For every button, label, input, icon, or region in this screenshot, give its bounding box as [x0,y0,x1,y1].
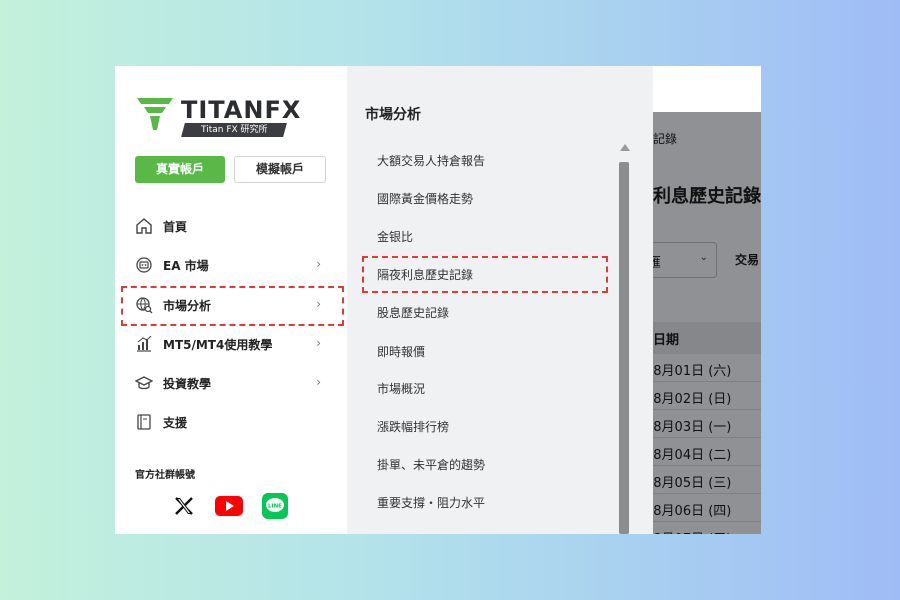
chevron-down-icon: ⌄ [699,252,708,263]
x-icon[interactable] [170,492,198,520]
real-account-button[interactable]: 真實帳戶 [135,156,225,183]
table-row: 08月06日 (四) [645,494,761,522]
submenu-title: 市場分析 [365,107,421,123]
table-row: 08月01日 (六) [645,354,761,382]
table-header-date: 日期 [653,322,761,354]
submenu-item-gold-price[interactable]: 國際黃金價格走勢 [377,190,473,207]
sidebar-item-label: 首頁 [163,219,188,234]
submenu-item-top-movers[interactable]: 漲跌幅排行榜 [377,418,449,435]
sidebar-item-label: MT5/MT4使用教學 [163,337,273,352]
youtube-icon[interactable] [215,492,243,520]
chart-bars-icon [133,333,155,355]
logo-subtitle: Titan FX 研究所 [181,123,287,137]
breadcrumb: 記錄 [653,132,678,146]
sidebar-item-mt5-mt4-tutorial[interactable]: MT5/MT4使用教學 › [133,326,329,362]
chevron-right-icon: › [316,336,321,350]
page-title: 利息歷史記錄 [653,186,761,207]
submenu-scrollbar[interactable] [619,144,630,534]
sidebar-item-label: 投資教學 [163,376,212,391]
sidebar-item-investment-education[interactable]: 投資教學 › [133,365,329,401]
submenu-item-support-resistance[interactable]: 重要支撐・阻力水平 [377,494,485,511]
chevron-right-icon: › [316,375,321,389]
demo-account-button[interactable]: 模擬帳戶 [234,156,326,183]
sidebar-item-label: EA 市場 [163,258,209,273]
scrollbar-thumb[interactable] [619,162,629,534]
logo-text: TITANFX [181,96,302,124]
app-frame: 記錄 利息歷史記錄 匯 ⌄ 交易 日期 08月01日 (六) 08月02日 (日… [115,66,761,534]
titanfx-logo[interactable]: TITANFX Titan FX 研究所 [135,96,305,138]
highlight-box-swap-history [362,256,608,293]
titan-logo-icon [137,98,173,130]
line-icon-text: LINE [268,504,282,510]
submenu-item-live-quotes[interactable]: 即時報價 [377,343,425,360]
scroll-up-arrow-icon[interactable] [620,144,630,151]
table-row: 08月02日 (日) [645,382,761,410]
submenu-item-gold-silver-ratio[interactable]: 金银比 [377,228,413,245]
book-icon [133,411,155,433]
highlight-box-market-analysis [121,286,344,326]
submenu-item-market-overview[interactable]: 市場概況 [377,380,425,397]
submenu-item-order-trends[interactable]: 掛單、未平倉的趨勢 [377,456,485,473]
graduation-cap-icon [133,372,155,394]
table-row: 08月04日 (二) [645,438,761,466]
line-icon[interactable]: LINE [261,492,289,520]
sidebar-item-ea-market[interactable]: EA 市場 › [133,247,329,283]
submenu-item-cot-report[interactable]: 大額交易人持倉報告 [377,152,485,169]
home-icon [133,215,155,237]
robot-icon [133,254,155,276]
market-analysis-submenu: 市場分析 大額交易人持倉報告 國際黃金價格走勢 金银比 隔夜利息歷史記錄 股息歷… [347,66,653,534]
sidebar-item-home[interactable]: 首頁 [133,208,329,244]
sidebar-item-label: 支援 [163,415,188,430]
chevron-right-icon: › [316,257,321,271]
table-row: 08月03日 (一) [645,410,761,438]
table-row: 08月07日 (五) [645,522,761,534]
table-row: 08月05日 (三) [645,466,761,494]
submenu-item-dividend-history[interactable]: 股息歷史記錄 [377,304,449,321]
social-section-title: 官方社群帳號 [135,470,195,481]
trade-label: 交易 [735,253,760,267]
sidebar-item-support[interactable]: 支援 [133,404,329,440]
sidebar: TITANFX Titan FX 研究所 真實帳戶 模擬帳戶 首頁 EA 市場 … [115,66,347,534]
